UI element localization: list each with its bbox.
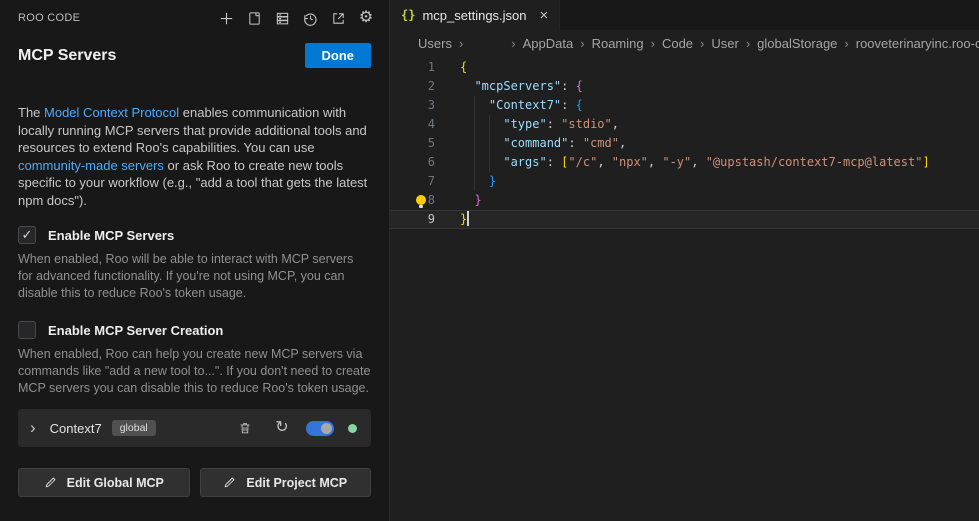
code-line: 3 "Context7": { bbox=[390, 96, 979, 115]
app-window: ROO CODE ⚙ bbox=[0, 0, 979, 521]
edit-project-mcp-label: Edit Project MCP bbox=[246, 476, 347, 490]
panel-toolbar: ⚙ bbox=[217, 9, 375, 27]
line-number: 3 bbox=[390, 96, 435, 115]
code-line: 2 "mcpServers": { bbox=[390, 77, 979, 96]
delete-server-icon[interactable] bbox=[235, 418, 255, 438]
server-status-dot bbox=[348, 424, 357, 433]
indent-guide bbox=[489, 115, 490, 172]
edit-project-mcp-button[interactable]: Edit Project MCP bbox=[200, 468, 372, 497]
line-number: 8 bbox=[390, 191, 435, 210]
enable-mcp-creation-label: Enable MCP Server Creation bbox=[48, 323, 223, 338]
code-line: 6 "args": ["/c", "npx", "-y", "@upstash/… bbox=[390, 153, 979, 172]
enable-mcp-creation-setting: Enable MCP Server Creation bbox=[18, 321, 371, 339]
history-icon[interactable] bbox=[301, 9, 319, 27]
breadcrumb-separator-icon: › bbox=[651, 36, 655, 51]
page-title: MCP Servers bbox=[18, 47, 116, 65]
line-number: 2 bbox=[390, 77, 435, 96]
lightbulb-icon[interactable] bbox=[416, 195, 426, 205]
done-button[interactable]: Done bbox=[305, 43, 372, 68]
code-editor[interactable]: 1{2 "mcpServers": {3 "Context7": {4 "typ… bbox=[390, 56, 979, 521]
tab-filename: mcp_settings.json bbox=[422, 8, 526, 23]
edit-global-mcp-label: Edit Global MCP bbox=[67, 476, 164, 490]
line-number: 6 bbox=[390, 153, 435, 172]
line-number: 4 bbox=[390, 115, 435, 134]
code-line: 7 } bbox=[390, 172, 979, 191]
breadcrumb-separator-icon: › bbox=[746, 36, 750, 51]
json-file-icon: {} bbox=[401, 8, 415, 22]
mcp-description: The Model Context Protocol enables commu… bbox=[18, 104, 371, 209]
toggle-knob bbox=[321, 423, 332, 434]
code-line: 5 "command": "cmd", bbox=[390, 134, 979, 153]
breadcrumb-separator-icon: › bbox=[459, 36, 463, 51]
breadcrumb-item[interactable]: globalStorage bbox=[757, 36, 837, 51]
panel-header: ROO CODE ⚙ bbox=[0, 0, 389, 27]
line-number: 1 bbox=[390, 58, 435, 77]
text-cursor bbox=[467, 211, 469, 226]
breadcrumb-separator-icon: › bbox=[580, 36, 584, 51]
pencil-icon bbox=[223, 476, 236, 489]
breadcrumb-item[interactable]: User bbox=[711, 36, 738, 51]
edit-mcp-buttons: Edit Global MCP Edit Project MCP bbox=[18, 468, 371, 497]
code-line: 1{ bbox=[390, 58, 979, 77]
indent-guide bbox=[474, 96, 475, 191]
breadcrumb-item[interactable]: Users bbox=[418, 36, 452, 51]
edit-global-mcp-button[interactable]: Edit Global MCP bbox=[18, 468, 190, 497]
server-enabled-toggle[interactable] bbox=[306, 421, 334, 436]
notepad-icon[interactable] bbox=[245, 9, 263, 27]
breadcrumb-separator-icon: › bbox=[511, 36, 515, 51]
enable-mcp-creation-description: When enabled, Roo can help you create ne… bbox=[18, 346, 371, 397]
code-line: 8 } bbox=[390, 191, 979, 210]
community-made-servers-link[interactable]: community-made servers bbox=[18, 158, 164, 173]
line-number: 9 bbox=[390, 210, 435, 229]
breadcrumb-item[interactable]: AppData bbox=[523, 36, 574, 51]
roo-code-sidebar: ROO CODE ⚙ bbox=[0, 0, 390, 521]
mcp-server-row-context7[interactable]: › Context7 global ↻ bbox=[18, 409, 371, 447]
page-title-row: MCP Servers Done bbox=[0, 27, 389, 68]
scope-badge: global bbox=[112, 420, 156, 436]
server-name: Context7 bbox=[50, 421, 102, 436]
editor-tab-bar: {} mcp_settings.json × bbox=[390, 0, 979, 30]
breadcrumb-separator-icon: › bbox=[700, 36, 704, 51]
open-in-editor-icon[interactable] bbox=[329, 9, 347, 27]
pencil-icon bbox=[44, 476, 57, 489]
line-number: 7 bbox=[390, 172, 435, 191]
tab-mcp-settings-json[interactable]: {} mcp_settings.json × bbox=[390, 0, 560, 30]
intro-text: The bbox=[18, 105, 44, 120]
line-number: 5 bbox=[390, 134, 435, 153]
restart-server-icon[interactable]: ↻ bbox=[272, 418, 292, 438]
code-line: 4 "type": "stdio", bbox=[390, 115, 979, 134]
enable-mcp-servers-description: When enabled, Roo will be able to intera… bbox=[18, 251, 371, 302]
editor-group: {} mcp_settings.json × Users › › AppData › Ro… bbox=[390, 0, 979, 521]
enable-mcp-servers-setting: ✓ Enable MCP Servers bbox=[18, 226, 371, 244]
plus-icon[interactable] bbox=[217, 9, 235, 27]
enable-mcp-creation-checkbox[interactable] bbox=[18, 321, 36, 339]
enable-mcp-servers-label: Enable MCP Servers bbox=[48, 228, 174, 243]
breadcrumb-item[interactable]: Roaming bbox=[592, 36, 644, 51]
close-tab-icon[interactable]: × bbox=[540, 8, 549, 23]
breadcrumb-item[interactable]: Code bbox=[662, 36, 693, 51]
breadcrumb-separator-icon: › bbox=[844, 36, 848, 51]
breadcrumb: Users › › AppData › Roaming › Code › User › globalS… bbox=[390, 30, 979, 56]
model-context-protocol-link[interactable]: Model Context Protocol bbox=[44, 105, 179, 120]
code-line: 9} bbox=[390, 210, 979, 229]
chevron-right-icon[interactable]: › bbox=[30, 419, 36, 436]
breadcrumb-item[interactable]: rooveterinaryinc.roo-cli bbox=[856, 36, 979, 51]
mcp-server-icon[interactable] bbox=[273, 9, 291, 27]
enable-mcp-servers-checkbox[interactable]: ✓ bbox=[18, 226, 36, 244]
extension-title: ROO CODE bbox=[18, 12, 80, 24]
settings-gear-icon[interactable]: ⚙ bbox=[357, 9, 375, 27]
